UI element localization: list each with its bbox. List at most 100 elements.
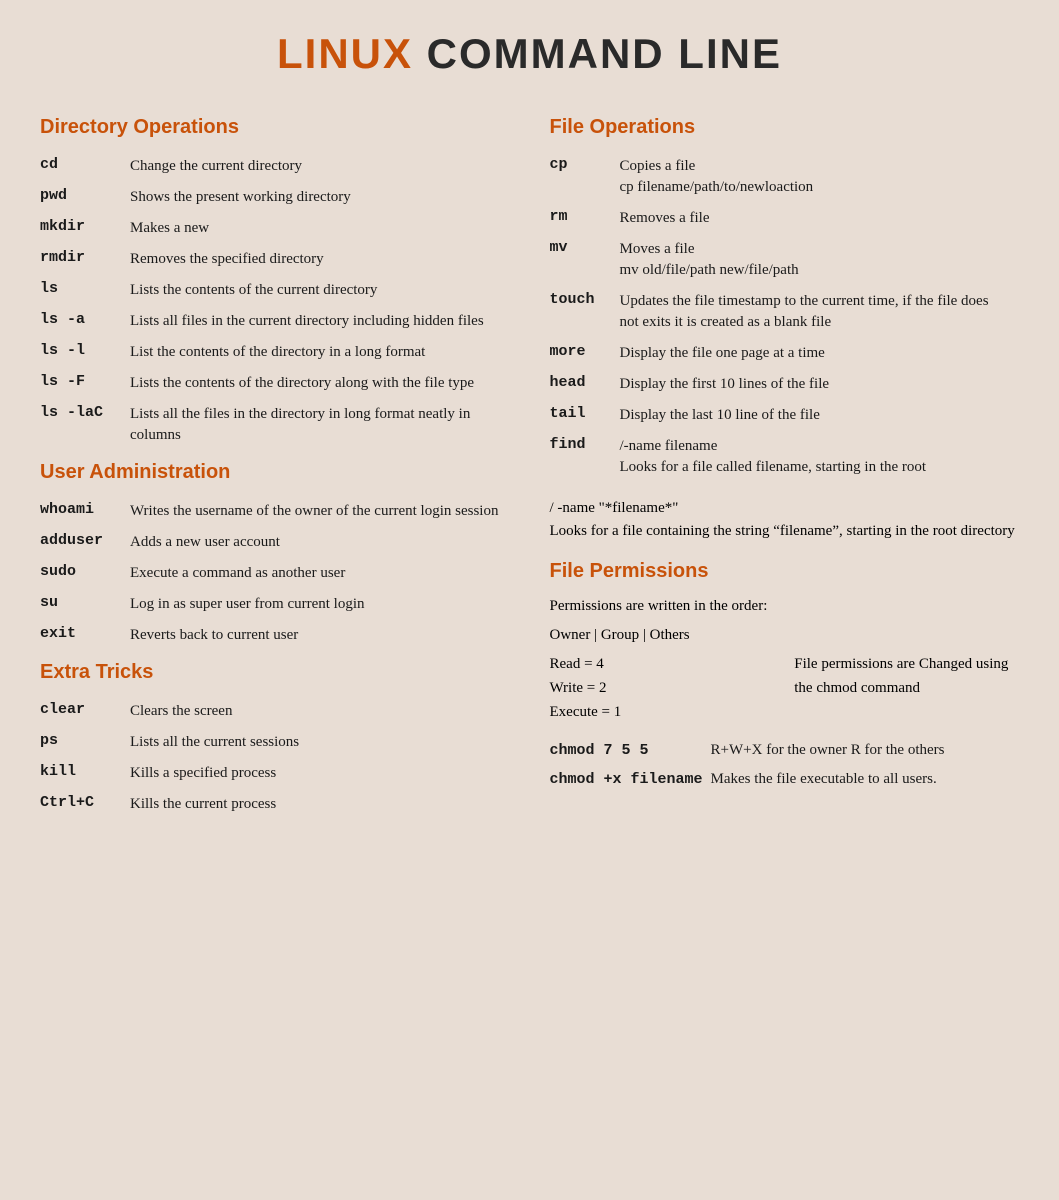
cmd-cell: chmod 7 5 5 — [550, 736, 711, 765]
page-title: LINUX COMMAND LINE — [40, 30, 1019, 78]
cmd-cell: su — [40, 589, 130, 620]
extra-tricks-table: clearClears the screenpsLists all the cu… — [40, 696, 510, 820]
table-row: touchUpdates the file timestamp to the c… — [550, 286, 1020, 338]
table-row: ls -laCLists all the files in the direct… — [40, 399, 510, 451]
permissions-row: Read = 4Write = 2Execute = 1 File permis… — [550, 652, 1020, 724]
desc-cell: Reverts back to current user — [130, 620, 510, 651]
cmd-cell: mv — [550, 234, 620, 286]
cmd-cell: chmod +x filename — [550, 765, 711, 794]
desc-cell: Lists all files in the current directory… — [130, 306, 510, 337]
desc-cell: /-name filenameLooks for a file called f… — [620, 431, 1020, 483]
cmd-cell: ps — [40, 727, 130, 758]
table-row: moreDisplay the file one page at a time — [550, 338, 1020, 369]
cmd-cell: touch — [550, 286, 620, 338]
table-row: exitReverts back to current user — [40, 620, 510, 651]
desc-cell: Lists the contents of the current direct… — [130, 275, 510, 306]
directory-ops-table: cdChange the current directorypwdShows t… — [40, 151, 510, 451]
permissions-values: Read = 4Write = 2Execute = 1 — [550, 652, 775, 724]
desc-cell: Display the file one page at a time — [620, 338, 1020, 369]
cmd-cell: ls -l — [40, 337, 130, 368]
cmd-cell: mkdir — [40, 213, 130, 244]
cmd-cell: kill — [40, 758, 130, 789]
desc-cell: Shows the present working directory — [130, 182, 510, 213]
table-row: lsLists the contents of the current dire… — [40, 275, 510, 306]
desc-cell: R+W+X for the owner R for the others — [711, 736, 1019, 765]
desc-cell: Removes a file — [620, 203, 1020, 234]
desc-cell: Display the first 10 lines of the file — [620, 369, 1020, 400]
find-extra: / -name "*filename*"Looks for a file con… — [550, 493, 1020, 552]
permissions-block: Permissions are written in the order: Ow… — [550, 595, 1020, 794]
table-row: find/-name filenameLooks for a file call… — [550, 431, 1020, 483]
file-ops-table: cpCopies a filecp filename/path/to/newlo… — [550, 151, 1020, 483]
table-row: killKills a specified process — [40, 758, 510, 789]
desc-cell: Execute a command as another user — [130, 558, 510, 589]
table-row: cpCopies a filecp filename/path/to/newlo… — [550, 151, 1020, 203]
cmd-cell: cd — [40, 151, 130, 182]
table-row: rmRemoves a file — [550, 203, 1020, 234]
file-ops-heading: File Operations — [550, 116, 1020, 139]
chmod-changed-text: File permissions are Changed using the c… — [794, 652, 1019, 724]
title-rest: COMMAND LINE — [413, 30, 782, 77]
table-row: headDisplay the first 10 lines of the fi… — [550, 369, 1020, 400]
table-row: ls -aLists all files in the current dire… — [40, 306, 510, 337]
table-row: tailDisplay the last 10 line of the file — [550, 400, 1020, 431]
list-item: Write = 2 — [550, 676, 775, 700]
table-row: Ctrl+CKills the current process — [40, 789, 510, 820]
table-row: cdChange the current directory — [40, 151, 510, 182]
cmd-cell: whoami — [40, 496, 130, 527]
list-item: Execute = 1 — [550, 700, 775, 724]
table-row: ls -lList the contents of the directory … — [40, 337, 510, 368]
desc-cell: Lists all the current sessions — [130, 727, 510, 758]
table-row: rmdirRemoves the specified directory — [40, 244, 510, 275]
desc-cell: Lists all the files in the directory in … — [130, 399, 510, 451]
cmd-cell: find — [550, 431, 620, 483]
table-row: mkdirMakes a new — [40, 213, 510, 244]
cmd-cell: more — [550, 338, 620, 369]
permissions-order: Permissions are written in the order: — [550, 595, 1020, 618]
desc-cell: Kills the current process — [130, 789, 510, 820]
chmod-table: chmod 7 5 5R+W+X for the owner R for the… — [550, 736, 1020, 794]
file-perms-heading: File Permissions — [550, 560, 1020, 583]
desc-cell: Makes the file executable to all users. — [711, 765, 1019, 794]
desc-cell: Moves a filemv old/file/path new/file/pa… — [620, 234, 1020, 286]
desc-cell: Change the current directory — [130, 151, 510, 182]
table-row: whoamiWrites the username of the owner o… — [40, 496, 510, 527]
cmd-cell: rm — [550, 203, 620, 234]
cmd-cell: Ctrl+C — [40, 789, 130, 820]
cmd-cell: sudo — [40, 558, 130, 589]
user-admin-table: whoamiWrites the username of the owner o… — [40, 496, 510, 651]
cmd-cell: head — [550, 369, 620, 400]
list-item: Read = 4 — [550, 652, 775, 676]
table-row: pwdShows the present working directory — [40, 182, 510, 213]
table-row: chmod 7 5 5R+W+X for the owner R for the… — [550, 736, 1020, 765]
directory-ops-heading: Directory Operations — [40, 116, 510, 139]
desc-cell: Makes a new — [130, 213, 510, 244]
owner-group: Owner | Group | Others — [550, 624, 1020, 647]
table-row: adduserAdds a new user account — [40, 527, 510, 558]
desc-cell: List the contents of the directory in a … — [130, 337, 510, 368]
desc-cell: Adds a new user account — [130, 527, 510, 558]
table-row: mvMoves a filemv old/file/path new/file/… — [550, 234, 1020, 286]
desc-cell: Updates the file timestamp to the curren… — [620, 286, 1020, 338]
desc-cell: Display the last 10 line of the file — [620, 400, 1020, 431]
cmd-cell: tail — [550, 400, 620, 431]
cmd-cell: pwd — [40, 182, 130, 213]
left-column: Directory Operations cdChange the curren… — [40, 108, 510, 830]
cmd-cell: adduser — [40, 527, 130, 558]
cmd-cell: ls -laC — [40, 399, 130, 451]
cmd-cell: cp — [550, 151, 620, 203]
right-column: File Operations cpCopies a filecp filena… — [550, 108, 1020, 830]
cmd-cell: exit — [40, 620, 130, 651]
table-row: ls -FLists the contents of the directory… — [40, 368, 510, 399]
desc-cell: Log in as super user from current login — [130, 589, 510, 620]
desc-cell: Writes the username of the owner of the … — [130, 496, 510, 527]
desc-cell: Kills a specified process — [130, 758, 510, 789]
extra-tricks-heading: Extra Tricks — [40, 661, 510, 684]
desc-cell: Copies a filecp filename/path/to/newloac… — [620, 151, 1020, 203]
table-row: chmod +x filenameMakes the file executab… — [550, 765, 1020, 794]
user-admin-heading: User Administration — [40, 461, 510, 484]
cmd-cell: ls -F — [40, 368, 130, 399]
desc-cell: Clears the screen — [130, 696, 510, 727]
desc-cell: Lists the contents of the directory alon… — [130, 368, 510, 399]
cmd-cell: ls — [40, 275, 130, 306]
